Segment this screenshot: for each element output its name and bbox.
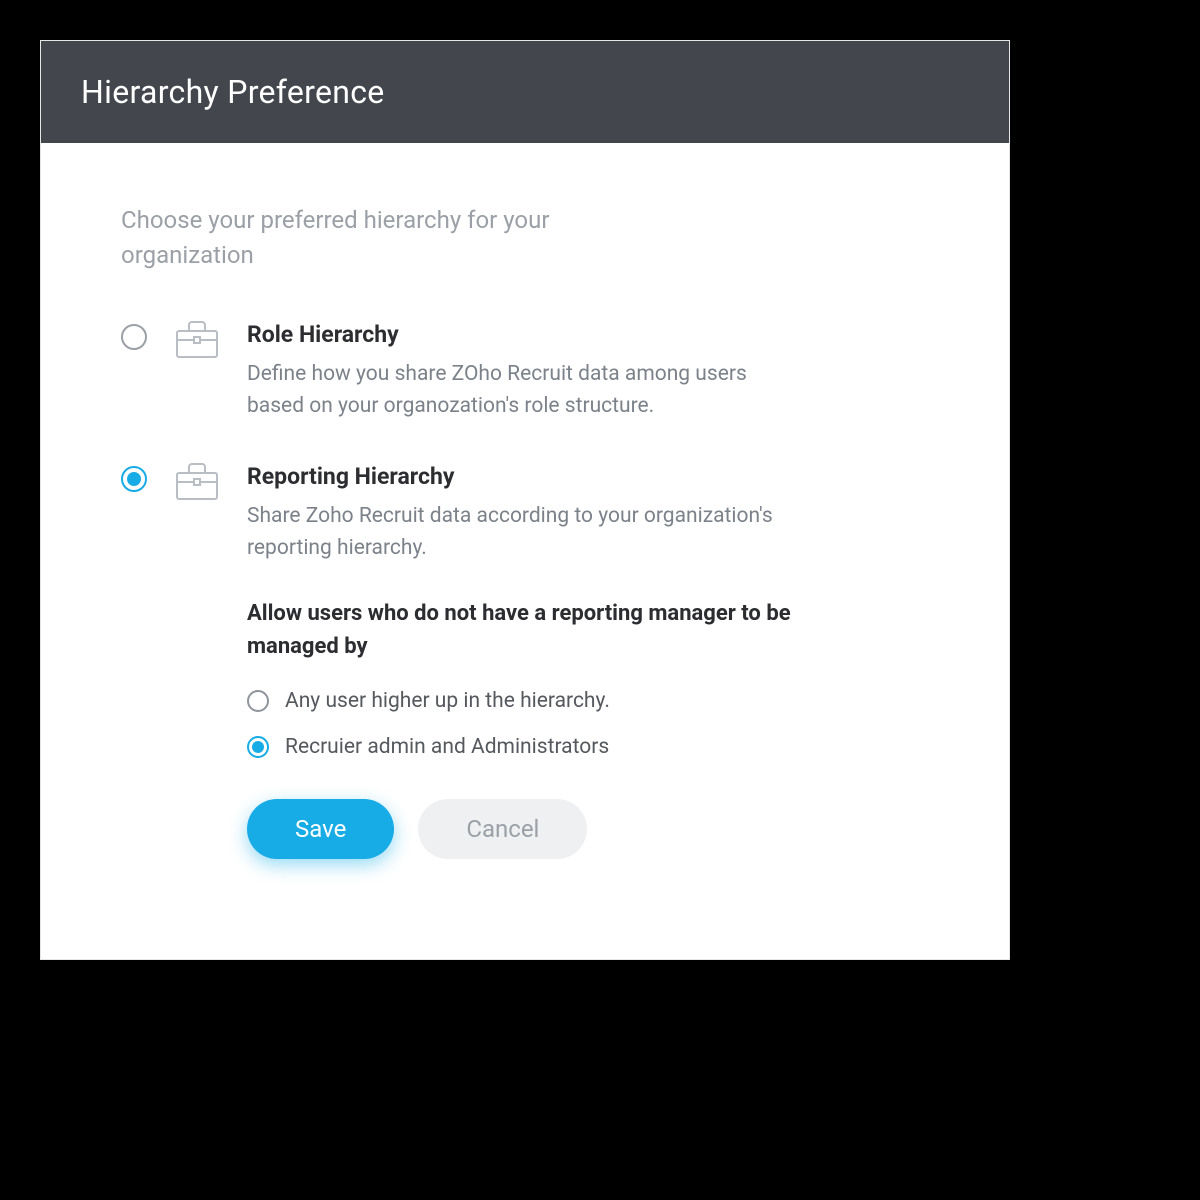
dialog-body: Choose your preferred hierarchy for your…: [41, 143, 1009, 959]
sub-heading-allow-users: Allow users who do not have a reporting …: [247, 597, 807, 663]
briefcase-icon: [175, 461, 219, 505]
sub-option-recruiter-admin[interactable]: Recruier admin and Administrators: [247, 735, 807, 759]
radio-reporting-hierarchy[interactable]: [121, 466, 147, 492]
option-role-content: Role Hierarchy Define how you share ZOho…: [247, 321, 807, 423]
option-reporting-title: Reporting Hierarchy: [247, 463, 807, 490]
briefcase-icon: [175, 319, 219, 363]
option-role-title: Role Hierarchy: [247, 321, 807, 348]
dialog-intro: Choose your preferred hierarchy for your…: [121, 203, 621, 273]
save-button[interactable]: Save: [247, 799, 394, 859]
option-reporting-desc: Share Zoho Recruit data according to you…: [247, 500, 807, 565]
radio-any-higher[interactable]: [247, 690, 269, 712]
dialog-title: Hierarchy Preference: [41, 41, 1009, 143]
option-reporting-hierarchy[interactable]: Reporting Hierarchy Share Zoho Recruit d…: [121, 463, 949, 859]
sub-option-any-higher[interactable]: Any user higher up in the hierarchy.: [247, 689, 807, 713]
cancel-button[interactable]: Cancel: [418, 799, 587, 859]
label-recruiter-admin: Recruier admin and Administrators: [285, 735, 609, 759]
option-role-desc: Define how you share ZOho Recruit data a…: [247, 358, 807, 423]
button-row: Save Cancel: [247, 799, 807, 859]
label-any-higher: Any user higher up in the hierarchy.: [285, 689, 610, 713]
hierarchy-preference-dialog: Hierarchy Preference Choose your preferr…: [40, 40, 1010, 960]
radio-recruiter-admin[interactable]: [247, 736, 269, 758]
option-role-hierarchy[interactable]: Role Hierarchy Define how you share ZOho…: [121, 321, 949, 423]
radio-role-hierarchy[interactable]: [121, 324, 147, 350]
option-reporting-content: Reporting Hierarchy Share Zoho Recruit d…: [247, 463, 807, 859]
